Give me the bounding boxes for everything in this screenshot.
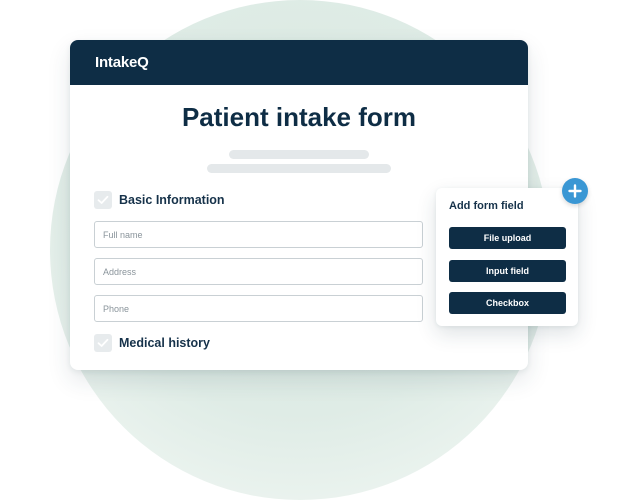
file-upload-button[interactable]: File upload xyxy=(449,227,566,249)
section-basic-information: Basic Information xyxy=(94,191,225,209)
section-medical-history: Medical history xyxy=(94,334,210,352)
check-icon xyxy=(97,338,109,347)
placeholder-line xyxy=(207,164,391,173)
address-field[interactable] xyxy=(94,258,423,285)
placeholder-line xyxy=(229,150,369,159)
form-title: Patient intake form xyxy=(181,102,417,132)
add-form-field-panel: Add form field File upload Input field C… xyxy=(436,188,578,326)
panel-title: Add form field xyxy=(449,200,524,212)
section-label: Basic Information xyxy=(119,193,225,207)
section-checkbox[interactable] xyxy=(94,191,112,209)
check-icon xyxy=(97,195,109,204)
plus-icon xyxy=(568,184,582,198)
full-name-field[interactable] xyxy=(94,221,423,248)
address-input[interactable] xyxy=(95,259,422,284)
full-name-input[interactable] xyxy=(95,222,422,247)
add-field-button[interactable] xyxy=(562,178,588,204)
intakeq-logo: IntakeQ xyxy=(95,54,149,71)
app-header: IntakeQ xyxy=(70,40,528,85)
phone-field[interactable] xyxy=(94,295,423,322)
checkbox-button[interactable]: Checkbox xyxy=(449,292,566,314)
input-field-button[interactable]: Input field xyxy=(449,260,566,282)
section-label: Medical history xyxy=(119,336,210,350)
section-checkbox[interactable] xyxy=(94,334,112,352)
phone-input[interactable] xyxy=(95,296,422,321)
